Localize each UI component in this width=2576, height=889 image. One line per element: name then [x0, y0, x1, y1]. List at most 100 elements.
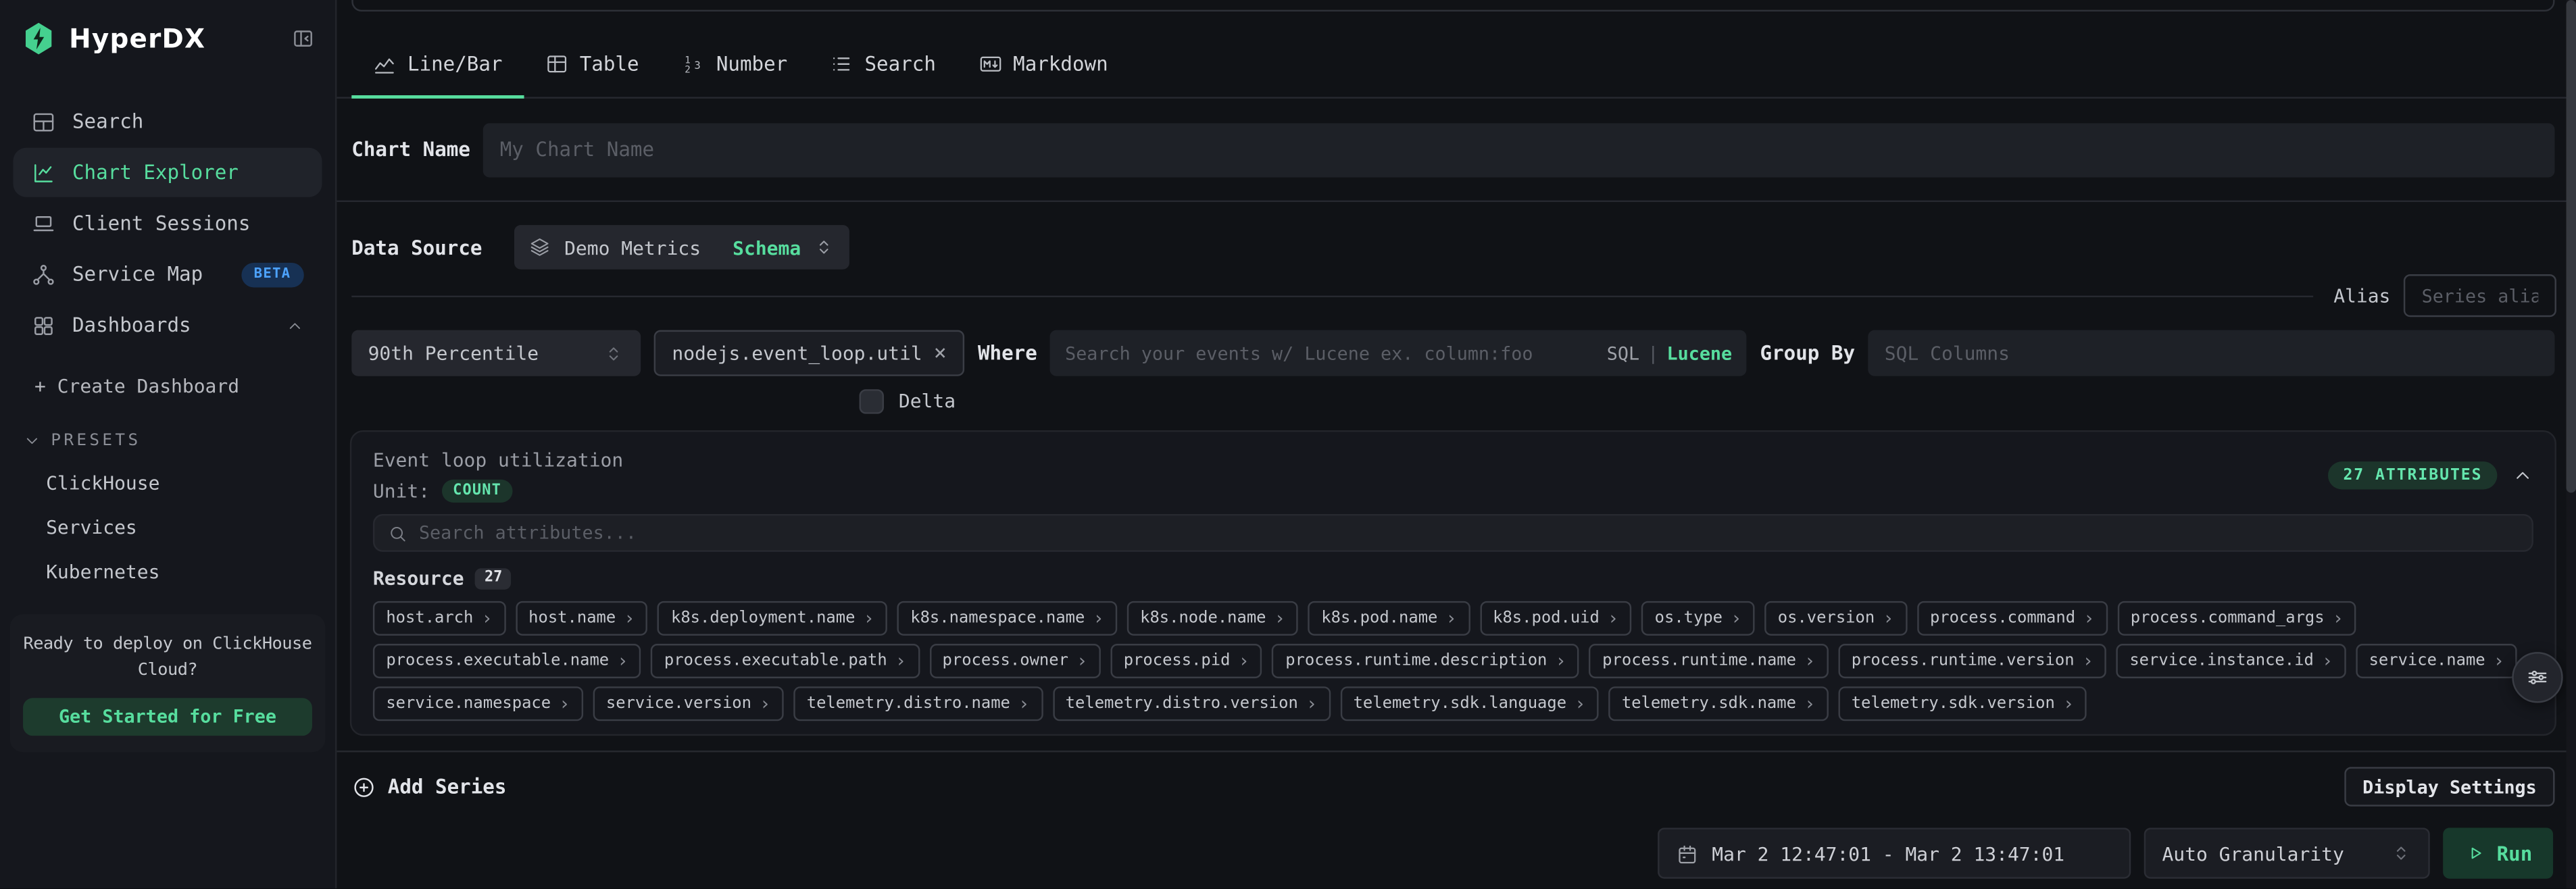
attribute-chip[interactable]: process.executable.name›	[373, 644, 641, 678]
metric-chip[interactable]: nodejs.event_loop.util ×	[654, 330, 965, 376]
time-range-value: Mar 2 12:47:01 - Mar 2 13:47:01	[1712, 842, 2064, 865]
attribute-chip[interactable]: process.runtime.description›	[1272, 644, 1579, 678]
attribute-chip[interactable]: process.executable.path ›	[651, 644, 919, 678]
sidebar-item-client-sessions[interactable]: Client Sessions	[13, 199, 322, 248]
get-started-button[interactable]: Get Started for Free	[23, 698, 312, 736]
scrollbar-thumb[interactable]	[2567, 0, 2576, 492]
add-series-button[interactable]: Add Series	[351, 774, 506, 798]
attribute-chip[interactable]: telemetry.sdk.version›	[1838, 686, 2087, 721]
tab-markdown[interactable]: Markdown	[958, 31, 1130, 97]
time-range-picker[interactable]: Mar 2 12:47:01 - Mar 2 13:47:01	[1658, 828, 2131, 878]
sidebar-item-dashboards[interactable]: Dashboards	[13, 301, 322, 350]
attribute-chip-list: host.arch›host.name›k8s.deployment.name›…	[373, 601, 2533, 721]
attribute-chip[interactable]: telemetry.sdk.language›	[1340, 686, 1599, 721]
sql-toggle[interactable]: SQL	[1607, 342, 1639, 364]
group-by-input[interactable]	[1868, 330, 2554, 376]
chart-name-input[interactable]	[483, 122, 2554, 176]
attribute-chip-label: host.name	[528, 609, 616, 628]
alias-input[interactable]	[2404, 274, 2556, 317]
where-input-wrapper: SQL | Lucene	[1050, 330, 1747, 376]
attribute-chip[interactable]: k8s.deployment.name›	[658, 601, 888, 636]
unit-badge: COUNT	[441, 480, 513, 503]
delta-checkbox[interactable]	[860, 388, 884, 413]
where-input[interactable]	[1065, 330, 1597, 376]
attribute-chip[interactable]: process.runtime.name›	[1589, 644, 1829, 678]
remove-metric-icon[interactable]: ×	[934, 342, 947, 364]
where-label: Where	[978, 342, 1037, 365]
attribute-chip[interactable]: process.command_args›	[2117, 601, 2356, 636]
attribute-chip[interactable]: host.arch›	[373, 601, 505, 636]
create-dashboard-link[interactable]: + Create Dashboard	[34, 374, 335, 397]
chevron-right-icon: ›	[1575, 694, 1585, 713]
tab-line-bar[interactable]: Line/Bar	[351, 31, 524, 97]
schema-link[interactable]: Schema	[733, 236, 801, 259]
app-title: HyperDX	[69, 23, 205, 54]
attribute-chip[interactable]: k8s.pod.uid›	[1480, 601, 1632, 636]
preset-item-services[interactable]: Services	[46, 515, 335, 538]
layers-icon	[530, 236, 551, 258]
chart-name-row: Chart Name	[351, 99, 2554, 201]
chevron-right-icon: ›	[2494, 652, 2504, 670]
attribute-chip-label: k8s.pod.uid	[1493, 609, 1600, 628]
attribute-chip[interactable]: process.command›	[1916, 601, 2107, 636]
attribute-chip[interactable]: process.runtime.version›	[1838, 644, 2106, 678]
attribute-chip-label: telemetry.distro.name	[807, 694, 1010, 713]
alias-row: Alias	[351, 274, 2556, 317]
preset-item-kubernetes[interactable]: Kubernetes	[46, 560, 335, 583]
series-config-row: 90th Percentile nodejs.event_loop.util ×…	[351, 330, 2554, 376]
attribute-chip-label: process.executable.path	[664, 652, 887, 670]
attribute-chip[interactable]: k8s.node.name›	[1127, 601, 1299, 636]
tab-table[interactable]: Table	[524, 31, 660, 97]
attribute-chip[interactable]: service.namespace›	[373, 686, 583, 721]
search-view-icon	[31, 109, 55, 134]
attribute-chip[interactable]: os.type›	[1641, 601, 1755, 636]
attribute-chip[interactable]: process.pid ›	[1110, 644, 1262, 678]
attribute-chip[interactable]: host.name›	[516, 601, 648, 636]
tab-search[interactable]: Search	[809, 31, 958, 97]
run-button[interactable]: Run	[2443, 828, 2553, 878]
sidebar-item-service-map[interactable]: Service Map BETA	[13, 250, 322, 299]
chevron-right-icon: ›	[1804, 652, 1815, 670]
chevron-right-icon: ›	[1018, 694, 1029, 713]
sidebar-item-search[interactable]: Search	[13, 97, 322, 146]
attribute-chip-label: process.pid	[1124, 652, 1231, 670]
sidebar-collapse-button[interactable]	[291, 26, 315, 51]
attribute-chip[interactable]: k8s.namespace.name›	[897, 601, 1117, 636]
logo[interactable]: HyperDX	[0, 0, 335, 56]
collapse-attributes-button[interactable]	[2512, 465, 2533, 486]
attribute-group-count: 27	[476, 567, 512, 589]
attribute-chip[interactable]: service.name›	[2356, 644, 2517, 678]
tab-number[interactable]: 1 2 3 Number	[660, 31, 809, 97]
delta-row: Delta	[860, 388, 956, 414]
chevron-right-icon: ›	[2083, 652, 2094, 670]
attribute-chip[interactable]: service.instance.id›	[2116, 644, 2346, 678]
add-series-label: Add Series	[388, 776, 507, 798]
presets-header[interactable]: PRESETS	[23, 432, 335, 450]
display-settings-button[interactable]: Display Settings	[2344, 767, 2554, 806]
sidebar-item-chart-explorer[interactable]: Chart Explorer	[13, 148, 322, 197]
attribute-search-input[interactable]	[419, 522, 2519, 544]
chevron-right-icon: ›	[895, 652, 906, 670]
lucene-toggle[interactable]: Lucene	[1667, 342, 1733, 364]
filter-settings-fab[interactable]	[2512, 652, 2562, 703]
aggregation-select[interactable]: 90th Percentile	[351, 330, 641, 376]
attribute-chip[interactable]: process.owner›	[929, 644, 1101, 678]
attribute-chip[interactable]: telemetry.sdk.name›	[1608, 686, 1828, 721]
chevrons-updown-icon	[2390, 842, 2412, 864]
collapse-sidebar-icon	[291, 26, 315, 51]
chevrons-updown-icon	[603, 342, 624, 364]
attribute-chip[interactable]: service.version›	[593, 686, 783, 721]
attribute-chip-label: host.arch	[386, 609, 473, 628]
granularity-select[interactable]: Auto Granularity	[2144, 828, 2430, 878]
chevron-right-icon: ›	[1239, 652, 1249, 670]
attribute-chip[interactable]: telemetry.distro.name ›	[793, 686, 1042, 721]
attribute-chip[interactable]: k8s.pod.name›	[1308, 601, 1470, 636]
chevron-right-icon: ›	[2333, 609, 2344, 628]
chevron-right-icon: ›	[2083, 609, 2094, 628]
preset-item-clickhouse[interactable]: ClickHouse	[46, 472, 335, 494]
attribute-chip[interactable]: os.version›	[1764, 601, 1907, 636]
actions-row: Add Series Display Settings	[351, 765, 2554, 808]
footer-toolbar: Mar 2 12:47:01 - Mar 2 13:47:01 Auto Gra…	[351, 828, 2553, 878]
attribute-chip[interactable]: telemetry.distro.version›	[1052, 686, 1330, 721]
data-source-select[interactable]: Demo Metrics Schema	[515, 225, 850, 270]
